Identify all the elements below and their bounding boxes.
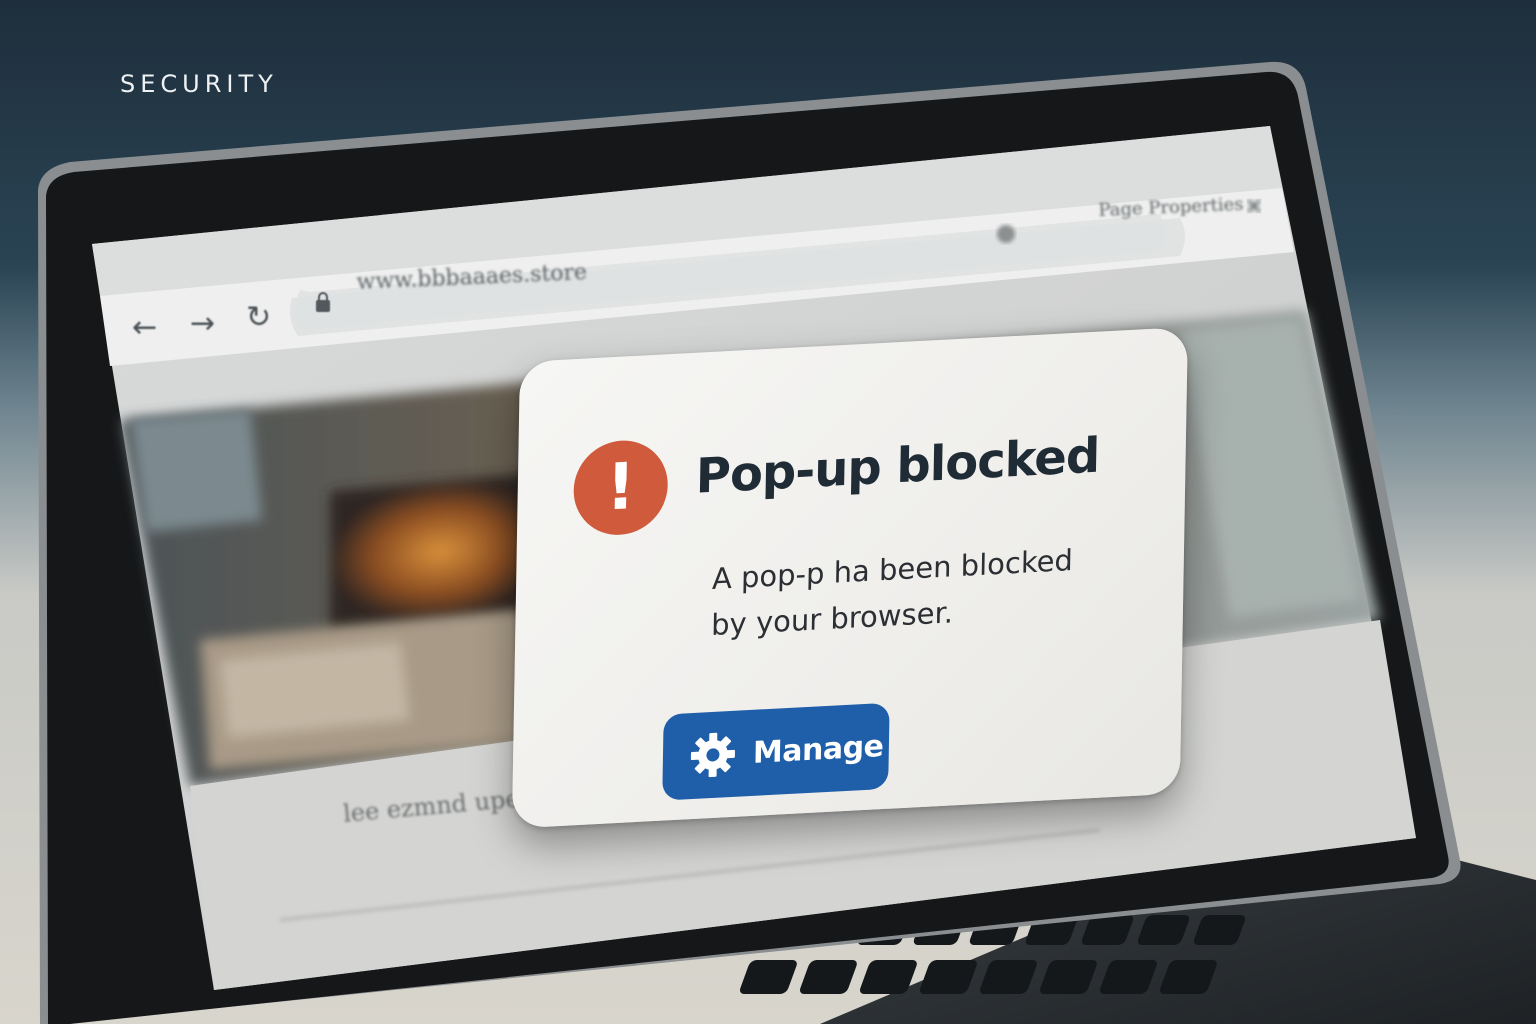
manage-button[interactable]: Manage: [662, 702, 890, 801]
exclamation-icon: !: [605, 449, 636, 526]
dialog-title: Pop-up blocked: [695, 427, 1100, 505]
reload-icon[interactable]: ↻: [246, 300, 271, 335]
alert-icon: !: [572, 438, 669, 538]
back-arrow-icon[interactable]: ←: [132, 310, 157, 345]
manage-button-label: Manage: [752, 728, 884, 771]
lock-icon: [316, 292, 330, 312]
dialog-message: A pop-p ha been blocked by your browser.: [711, 535, 1113, 648]
gear-icon: [690, 732, 735, 778]
forward-arrow-icon[interactable]: →: [190, 306, 215, 341]
popup-blocked-dialog: ! Pop-up blocked A pop-p ha been blocked…: [511, 326, 1188, 829]
